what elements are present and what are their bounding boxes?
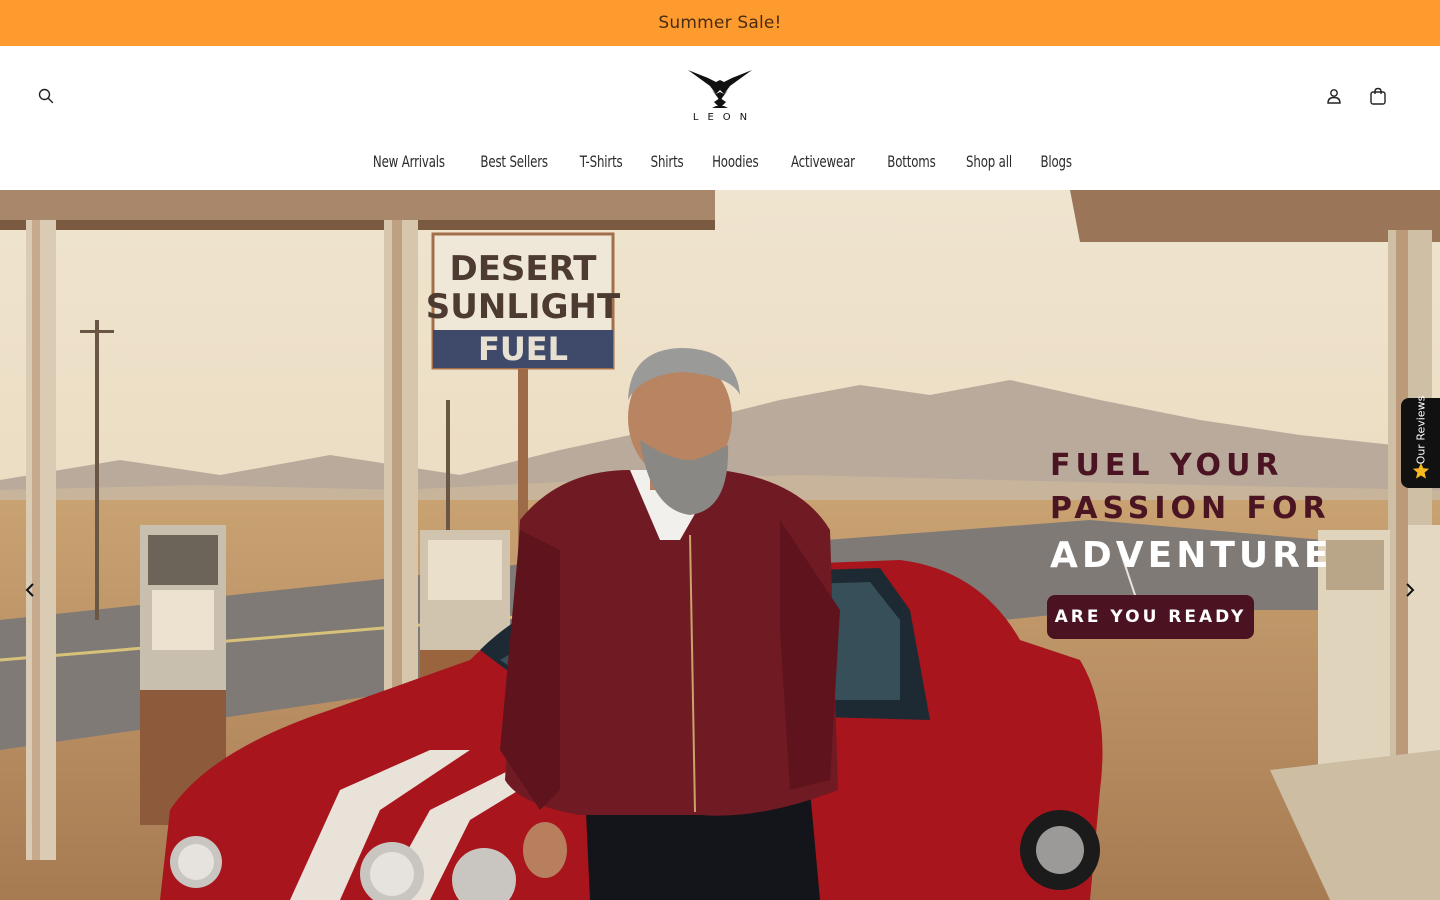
nav-item-shirts[interactable]: Shirts — [651, 150, 684, 182]
sign-text-line1: DESERT — [449, 249, 597, 289]
reviews-tab[interactable]: Our Reviews — [1401, 395, 1440, 488]
chevron-left-icon — [25, 583, 34, 597]
search-icon — [38, 88, 54, 104]
cart-button[interactable] — [1364, 82, 1392, 110]
nav-item-t-shirts[interactable]: T-Shirts — [580, 150, 623, 182]
nav-item-best-sellers[interactable]: Best Sellers — [480, 150, 548, 182]
main-nav: New Arrivals Best Sellers T-Shirts Shirt… — [0, 150, 1440, 182]
slider-prev-button[interactable] — [18, 578, 42, 602]
nav-item-bottoms[interactable]: Bottoms — [887, 150, 935, 182]
bag-icon — [1370, 87, 1386, 105]
user-icon — [1327, 89, 1341, 104]
announcement-text: Summer Sale! — [658, 13, 782, 33]
cta-button[interactable]: ARE YOU READY — [1047, 595, 1254, 639]
logo-text: LEON — [692, 112, 757, 123]
nav-item-activewear[interactable]: Activewear — [791, 150, 855, 182]
slider-next-button[interactable] — [1398, 578, 1422, 602]
site-header: LEON New Arrivals Best Sellers T-Shirts … — [0, 46, 1440, 190]
hero-banner[interactable]: DESERT SUNLIGHT FUEL FUEL YOUR PASSION F… — [0, 190, 1440, 900]
chevron-right-icon — [1406, 583, 1415, 597]
sign-text-line2: SUNLIGHT — [426, 287, 621, 327]
headline-line-1: FUEL YOUR — [1050, 448, 1284, 483]
lion-logo-icon — [688, 70, 752, 108]
nav-item-blogs[interactable]: Blogs — [1040, 150, 1072, 182]
search-button[interactable] — [32, 82, 60, 110]
sign-text-line3: FUEL — [478, 330, 568, 368]
announcement-bar: Summer Sale! — [0, 0, 1440, 46]
logo[interactable]: LEON — [680, 68, 760, 124]
star-icon — [1412, 462, 1430, 479]
headline-line-2: PASSION FOR — [1050, 491, 1331, 526]
headline-line-3: ADVENTURE — [1050, 535, 1333, 576]
account-button[interactable] — [1320, 82, 1348, 110]
reviews-tab-label: Our Reviews — [1414, 395, 1428, 465]
nav-item-shop-all[interactable]: Shop all — [966, 150, 1012, 182]
hero-headline: FUEL YOUR PASSION FOR ADVENTURE — [1050, 444, 1350, 582]
nav-item-hoodies[interactable]: Hoodies — [713, 150, 760, 182]
nav-item-new-arrivals[interactable]: New Arrivals — [373, 150, 445, 182]
